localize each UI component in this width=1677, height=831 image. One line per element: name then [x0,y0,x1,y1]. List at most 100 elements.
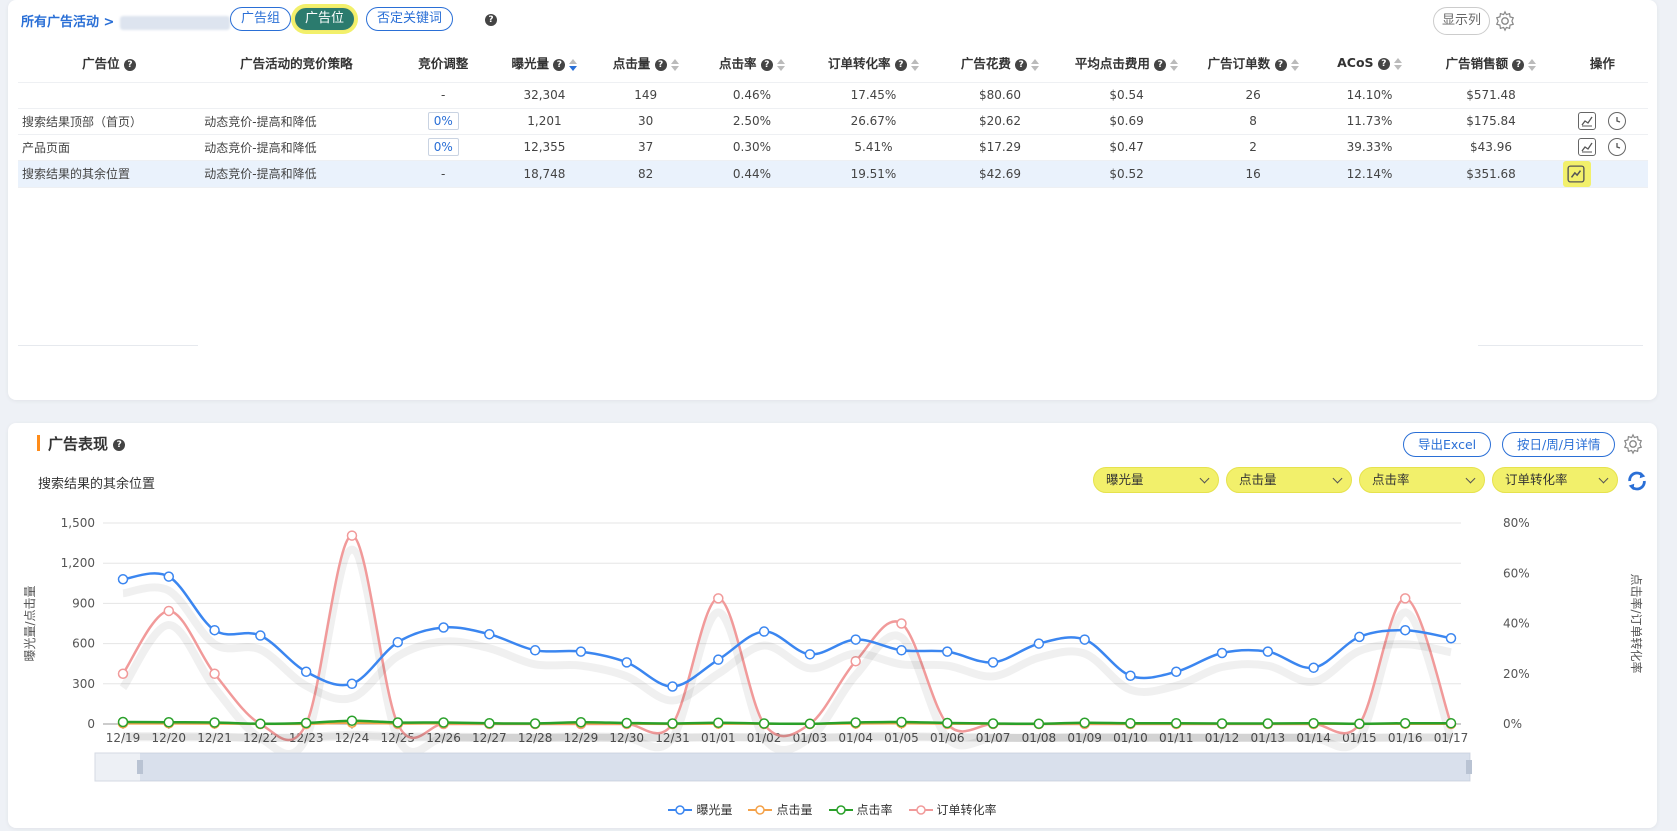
data-point [1308,662,1319,673]
data-point [1125,670,1136,682]
data-point [1354,631,1365,643]
data-point [1079,634,1090,645]
data-point [529,718,541,729]
zoom-handle-left [137,760,143,774]
data-point [346,530,358,541]
campaign-name-blurred [120,15,231,30]
bid-strategy: 动态竞价-提高和降低 [200,160,393,188]
tab-ad-groups[interactable]: 广告组 [230,7,292,31]
history-icon[interactable] [1608,138,1627,156]
legend-item[interactable]: 点击量 [748,801,813,818]
legend-item[interactable]: 点击率 [828,801,893,818]
legend-item[interactable]: 订单转化率 [908,801,997,818]
table-row: 搜索结果顶部（首页） 动态竞价-提高和降低 0% 1,201 30 2.50% … [18,108,1648,135]
chart-icon[interactable] [1578,138,1597,156]
table-cell: 82 [595,160,697,188]
data-point [850,634,861,645]
bid-strategy: 动态竞价-提高和降低 [200,134,393,161]
data-point [942,646,953,657]
bid-adjust-input[interactable]: 0% [427,138,459,156]
sort-icon [1393,57,1402,70]
table-cell: 12,355 [493,134,596,161]
table-cell: 0.30% [696,134,808,161]
sort-icon [569,58,578,71]
table-cell: 11.73% [1313,108,1426,135]
summary-cell: 32,304 [493,81,596,109]
bid-strategy: 动态竞价-提高和降低 [200,108,393,135]
table-cell: 0.44% [696,160,808,188]
data-point [896,645,907,656]
y-tick-label: 600 [72,637,95,651]
col-cpc[interactable]: 平均点击费用 ? [1061,44,1193,82]
data-point [1399,624,1411,636]
bid-adjust-cell: - [392,160,494,188]
data-point [529,645,541,656]
col-impressions[interactable]: 曝光量 ? [494,44,595,82]
chart-legend: 曝光量 点击量 点击率 订单转化率 [8,801,1657,819]
col-orders[interactable]: 广告订单数 ? [1192,44,1313,82]
summary-row: - 32,304 149 0.46% 17.45% $80.60 $0.54 2… [18,81,1648,109]
y-tick-label: 300 [72,677,95,691]
chart-icon[interactable] [1578,112,1597,130]
placement-name: 搜索结果顶部（首页） [18,108,201,135]
data-point [987,657,999,668]
data-point [117,668,129,679]
table-cell: $175.84 [1425,108,1557,135]
col-sales[interactable]: 广告销售额 ? [1425,44,1557,82]
data-point [850,717,861,728]
legend-label: 点击率 [856,803,893,817]
data-point [1125,717,1136,729]
summary-cell: $571.48 [1425,81,1557,109]
col-cvr[interactable]: 订单转化率 ? [808,44,940,82]
table-cell: 26.67% [807,108,940,135]
data-point [163,605,175,617]
breadcrumb[interactable]: 所有广告活动 > [21,11,231,30]
data-point [1079,717,1090,728]
data-point [1170,717,1182,729]
gear-icon[interactable] [1494,10,1516,32]
table-cell: 2 [1192,134,1314,161]
series-line-3 [121,534,1453,742]
data-point [1170,666,1182,677]
history-icon[interactable] [1608,112,1627,130]
summary-cell: - [392,81,494,109]
col-bid-strategy: 广告活动的竞价策略 [240,56,353,72]
col-actions: 操作 [1589,56,1615,72]
bid-adjust-input[interactable]: 0% [427,112,459,130]
data-point [484,628,495,640]
divider [18,345,198,346]
tab-placements[interactable]: 广告位 [294,7,356,31]
legend-item[interactable]: 曝光量 [668,801,732,818]
data-point [1216,647,1228,659]
data-point [1033,638,1045,649]
table-cell: 30 [595,108,697,135]
actions-cell [1556,134,1648,161]
summary-cell: 14.10% [1313,81,1426,109]
data-point [713,593,724,604]
data-point [1262,718,1274,729]
help-icon[interactable]: ? [485,14,497,26]
show-columns-button[interactable]: 显示列 [1433,7,1491,35]
data-point [1308,717,1319,729]
bid-adjust-cell: 0% [392,108,494,135]
data-point [209,717,220,728]
data-point [346,678,358,690]
sort-icon [670,58,679,71]
data-point [1399,593,1411,604]
data-point [804,649,816,660]
tab-negative-keywords[interactable]: 否定关键词 [366,7,454,31]
data-point [255,630,266,641]
col-acos[interactable]: ACoS ? [1314,44,1425,82]
col-clicks[interactable]: 点击量 ? [595,44,696,82]
legend-label: 点击量 [776,803,813,817]
chart-icon[interactable] [1562,160,1591,187]
bid-adjust-cell: 0% [392,134,494,161]
col-ctr[interactable]: 点击率 ? [696,44,807,82]
data-point [1262,646,1274,657]
breadcrumb-label[interactable]: 所有广告活动 > [21,15,114,30]
table-cell: 5.41% [807,134,940,161]
data-point [392,717,404,728]
col-spend[interactable]: 广告花费 ? [939,44,1060,82]
data-point [300,666,312,677]
data-point [758,626,770,637]
